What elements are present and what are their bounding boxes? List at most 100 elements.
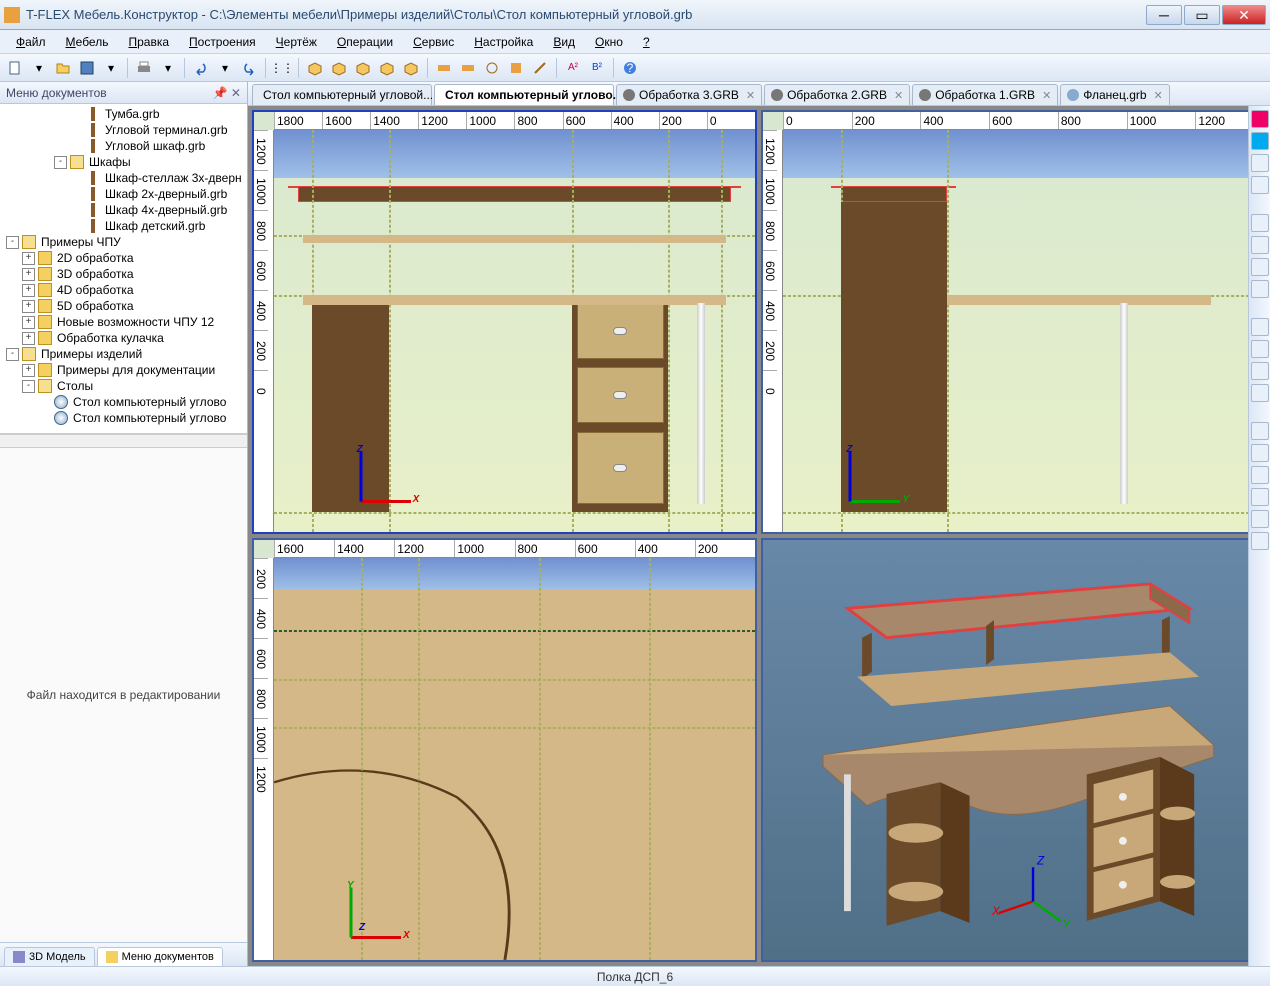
menu-Построения[interactable]: Построения xyxy=(181,33,264,51)
view-top[interactable]: 1600140012001000800600400200 20040060080… xyxy=(252,538,757,962)
box2-button[interactable] xyxy=(328,57,350,79)
tree-expander[interactable]: - xyxy=(54,156,67,169)
box4-button[interactable] xyxy=(376,57,398,79)
tree-item[interactable]: +Примеры для документации xyxy=(2,362,245,378)
tree-item[interactable]: Шкаф-стеллаж 3х-дверн xyxy=(2,170,245,186)
tree-scrollbar[interactable] xyxy=(0,434,247,448)
view-3d[interactable]: X Y Z xyxy=(761,538,1266,962)
tree-item[interactable]: Угловой терминал.grb xyxy=(2,122,245,138)
tree-item[interactable]: +2D обработка xyxy=(2,250,245,266)
minimize-button[interactable]: ─ xyxy=(1146,5,1182,25)
new-doc-button[interactable] xyxy=(4,57,26,79)
rt-8[interactable] xyxy=(1251,280,1269,298)
text-a-button[interactable]: A² xyxy=(562,57,584,79)
tool-a-button[interactable] xyxy=(433,57,455,79)
tree-item[interactable]: Стол компьютерный углово xyxy=(2,410,245,426)
menu-Файл[interactable]: Файл xyxy=(8,33,54,51)
view-front[interactable]: 180016001400120010008006004002000 120010… xyxy=(252,110,757,534)
tree-expander[interactable]: - xyxy=(6,236,19,249)
tree-item[interactable]: -Столы xyxy=(2,378,245,394)
menu-Окно[interactable]: Окно xyxy=(587,33,631,51)
rt-6[interactable] xyxy=(1251,236,1269,254)
maximize-button[interactable]: ▭ xyxy=(1184,5,1220,25)
bottom-tab[interactable]: 3D Модель xyxy=(4,947,95,966)
tree-expander[interactable]: + xyxy=(22,364,35,377)
text-b-button[interactable]: B² xyxy=(586,57,608,79)
rt-14[interactable] xyxy=(1251,444,1269,462)
tool-d-button[interactable] xyxy=(505,57,527,79)
tool-b-button[interactable] xyxy=(457,57,479,79)
view-side[interactable]: 020040060080010001200 120010008006004002… xyxy=(761,110,1266,534)
tree-item[interactable]: +3D обработка xyxy=(2,266,245,282)
tree-item[interactable]: Угловой шкаф.grb xyxy=(2,138,245,154)
undo-dropdown[interactable]: ▾ xyxy=(214,57,236,79)
doc-tab[interactable]: Обработка 1.GRB✕ xyxy=(912,84,1058,105)
canvas-top[interactable]: X Y Z xyxy=(274,558,755,960)
rt-12[interactable] xyxy=(1251,384,1269,402)
tree-expander[interactable]: + xyxy=(22,300,35,313)
tree-expander[interactable]: + xyxy=(22,252,35,265)
save-dropdown[interactable]: ▾ xyxy=(100,57,122,79)
rt-2[interactable] xyxy=(1251,132,1269,150)
tree-expander[interactable]: - xyxy=(6,348,19,361)
undo-button[interactable] xyxy=(190,57,212,79)
tree-item[interactable]: Тумба.grb xyxy=(2,106,245,122)
box3-button[interactable] xyxy=(352,57,374,79)
doc-tab[interactable]: Стол компьютерный углово...✕ xyxy=(434,84,614,105)
menu-?[interactable]: ? xyxy=(635,33,658,51)
doc-tab[interactable]: Фланец.grb✕ xyxy=(1060,84,1169,105)
tree-item[interactable]: Шкаф 2х-дверный.grb xyxy=(2,186,245,202)
rt-9[interactable] xyxy=(1251,318,1269,336)
redo-button[interactable] xyxy=(238,57,260,79)
rt-1[interactable] xyxy=(1251,110,1269,128)
tree-item[interactable]: Шкаф детский.grb xyxy=(2,218,245,234)
canvas-front[interactable]: X Z xyxy=(274,130,755,532)
document-tree[interactable]: Тумба.grbУгловой терминал.grbУгловой шка… xyxy=(0,104,247,434)
tree-item[interactable]: -Шкафы xyxy=(2,154,245,170)
rt-4[interactable] xyxy=(1251,176,1269,194)
tree-expander[interactable]: + xyxy=(22,284,35,297)
tree-item[interactable]: Стол компьютерный углово xyxy=(2,394,245,410)
bottom-tab[interactable]: Меню документов xyxy=(97,947,223,966)
print-dropdown[interactable]: ▾ xyxy=(157,57,179,79)
box1-button[interactable] xyxy=(304,57,326,79)
menu-Вид[interactable]: Вид xyxy=(545,33,583,51)
pin-icon[interactable]: 📌 ✕ xyxy=(213,86,241,100)
new-doc-dropdown[interactable]: ▾ xyxy=(28,57,50,79)
doc-tab[interactable]: Обработка 3.GRB✕ xyxy=(616,84,762,105)
menu-Сервис[interactable]: Сервис xyxy=(405,33,462,51)
tree-item[interactable]: +Новые возможности ЧПУ 12 xyxy=(2,314,245,330)
close-button[interactable]: ✕ xyxy=(1222,5,1266,25)
rt-7[interactable] xyxy=(1251,258,1269,276)
rt-15[interactable] xyxy=(1251,466,1269,484)
tool-c-button[interactable] xyxy=(481,57,503,79)
menu-Правка[interactable]: Правка xyxy=(120,33,177,51)
close-icon[interactable]: ✕ xyxy=(1154,89,1163,102)
tree-item[interactable]: Шкаф 4х-дверный.grb xyxy=(2,202,245,218)
doc-tab[interactable]: Стол компьютерный угловой...✕ xyxy=(252,84,432,105)
rt-17[interactable] xyxy=(1251,510,1269,528)
rt-5[interactable] xyxy=(1251,214,1269,232)
tool-e-button[interactable] xyxy=(529,57,551,79)
tree-expander[interactable]: + xyxy=(22,332,35,345)
help-button[interactable]: ? xyxy=(619,57,641,79)
tree-expander[interactable]: + xyxy=(22,316,35,329)
tree-item[interactable]: +Обработка кулачка xyxy=(2,330,245,346)
rt-3[interactable] xyxy=(1251,154,1269,172)
menu-Мебель[interactable]: Мебель xyxy=(58,33,117,51)
tree-item[interactable]: -Примеры изделий xyxy=(2,346,245,362)
tree-item[interactable]: +4D обработка xyxy=(2,282,245,298)
canvas-side[interactable]: Y Z xyxy=(783,130,1264,532)
close-icon[interactable]: ✕ xyxy=(746,89,755,102)
rt-16[interactable] xyxy=(1251,488,1269,506)
rt-11[interactable] xyxy=(1251,362,1269,380)
rt-18[interactable] xyxy=(1251,532,1269,550)
tree-item[interactable]: +5D обработка xyxy=(2,298,245,314)
print-button[interactable] xyxy=(133,57,155,79)
canvas-3d[interactable]: X Y Z xyxy=(763,540,1264,960)
tree-expander[interactable]: + xyxy=(22,268,35,281)
menu-Операции[interactable]: Операции xyxy=(329,33,401,51)
doc-tab[interactable]: Обработка 2.GRB✕ xyxy=(764,84,910,105)
menu-Настройка[interactable]: Настройка xyxy=(466,33,541,51)
save-button[interactable] xyxy=(76,57,98,79)
